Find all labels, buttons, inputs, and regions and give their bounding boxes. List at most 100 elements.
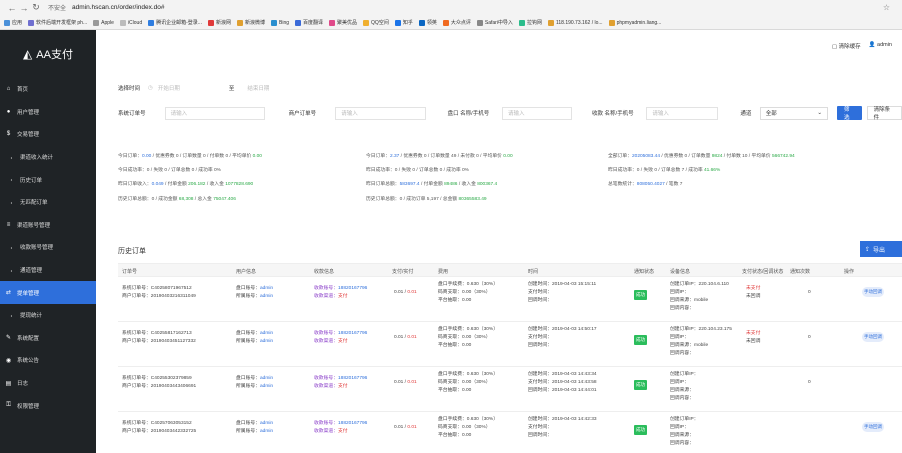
- stat-line: 全部订单：20205083.44 / 优惠券数 0 / 订单数量 9824 / …: [608, 154, 795, 159]
- sidebar-item[interactable]: • 收款账号管理: [0, 236, 96, 259]
- sidebar-item[interactable]: ▤ 日志: [0, 372, 96, 395]
- manual-callback-button[interactable]: 手动回调: [862, 422, 884, 432]
- home-icon: ⌂: [6, 86, 11, 93]
- column-header[interactable]: 支付状态/回调状态: [742, 268, 783, 275]
- sidebar-item[interactable]: $ 交易管理: [0, 123, 96, 146]
- device-info-cell: 回调来源：mobile: [670, 343, 709, 348]
- system-order-label: 系统订单号: [118, 111, 146, 117]
- insecure-label: 不安全: [48, 6, 67, 12]
- sidebar-item[interactable]: • 渠道收入统计: [0, 146, 96, 169]
- filter-button[interactable]: 筛选: [836, 106, 862, 121]
- stat-line: 历史订单总额：0 / 成功金额 68,308 / 总入金 75047.406: [118, 197, 236, 202]
- bullet-icon: •: [10, 267, 13, 273]
- bookmark-item[interactable]: iCloud: [119, 19, 142, 26]
- filter-row-date: 选择时间 ◷ 开始日期 至 结束日期: [118, 81, 313, 94]
- bookmark-item[interactable]: 新浪网: [207, 19, 231, 26]
- sidebar-item-label: 渠道收入统计: [20, 155, 54, 162]
- amount-cell: 0.01 / 0.01: [394, 290, 417, 295]
- column-header[interactable]: 通知次数: [790, 268, 810, 275]
- bookmark-favicon-icon: [363, 19, 370, 26]
- back-icon[interactable]: ←: [6, 3, 18, 13]
- column-header[interactable]: 用户信息: [236, 268, 256, 275]
- fee-cell: 平台抽取：0.00: [438, 343, 472, 348]
- bookmark-label: QQ空间: [371, 20, 389, 26]
- end-date-input[interactable]: 结束日期: [242, 81, 313, 94]
- order-number-cell: 系统订单号：C40255817162713: [122, 331, 192, 336]
- payee-input[interactable]: 请输入: [646, 106, 719, 120]
- clear-filter-button[interactable]: 清除条件: [866, 106, 902, 121]
- bookmark-item[interactable]: 聚美优品: [329, 19, 357, 26]
- bookmark-item[interactable]: 软件后端开发框架 ph...: [28, 19, 87, 26]
- sidebar-item[interactable]: ⌂ 首页: [0, 78, 96, 101]
- chevron-down-icon: ⌄: [817, 110, 822, 116]
- bookmark-item[interactable]: Safari中导入: [476, 19, 513, 26]
- bookmark-favicon-icon: [119, 19, 126, 26]
- merchant-order-input[interactable]: 请输入: [335, 106, 426, 120]
- bookmark-item[interactable]: 应用: [4, 19, 22, 26]
- sidebar-item[interactable]: • 通道管理: [0, 259, 96, 282]
- clear-cache-link[interactable]: ▢ 清除缓存: [832, 42, 861, 50]
- time-cell: 创建时间：2019-04-03 14:43:34: [528, 372, 597, 377]
- bullet-icon: •: [10, 199, 13, 205]
- sidebar-item-label: 渠道账号管理: [17, 222, 51, 229]
- bookmark-item[interactable]: 知乎: [394, 19, 413, 26]
- stat-line: 总笔数统计：808050.4027 / 笔数 7: [608, 182, 683, 187]
- column-header[interactable]: 收款信息: [314, 268, 334, 275]
- column-header[interactable]: 支付/实付: [392, 268, 413, 275]
- bookmark-item[interactable]: 大众点评: [442, 19, 471, 26]
- payee-info-cell: 收款账号：18820167796: [314, 331, 368, 336]
- bookmark-item[interactable]: 腾讯企业邮箱-登录...: [148, 19, 202, 26]
- bookmark-label: 软件后端开发框架 ph...: [36, 20, 88, 26]
- bookmark-item[interactable]: 新浪微博: [236, 19, 265, 26]
- column-header[interactable]: 设备信息: [670, 268, 690, 275]
- bookmark-star-icon[interactable]: ☆: [883, 3, 890, 12]
- bookmark-item[interactable]: phpmyadmin.liang...: [608, 19, 661, 26]
- manual-callback-button[interactable]: 手动回调: [862, 287, 884, 297]
- sidebar-item[interactable]: ✎ 系统配置: [0, 327, 96, 350]
- main-content: ▢ 清除缓存 👤 admin 选择时间 ◷ 开始日期 至 结束日期 系统订单号 …: [96, 30, 902, 453]
- sidebar-item[interactable]: • 提现统计: [0, 304, 96, 327]
- bookmark-item[interactable]: 118.190.73.162 / lo...: [547, 19, 603, 26]
- payee-info-cell: 收款账号：18820167796: [314, 286, 368, 291]
- payee-label: 收款 名称/手机号: [592, 111, 634, 117]
- notify-status-cell: 成功: [634, 290, 647, 300]
- fee-cell: 平台抽取：0.00: [438, 433, 472, 438]
- bookmark-favicon-icon: [207, 19, 214, 26]
- start-date-input[interactable]: 开始日期: [152, 81, 223, 94]
- platform-input[interactable]: 请输入: [501, 106, 573, 120]
- forward-icon[interactable]: →: [18, 3, 30, 13]
- sidebar-item[interactable]: ⚿ 权限管理: [0, 394, 96, 417]
- reload-icon[interactable]: ↻: [30, 2, 42, 13]
- sidebar-item[interactable]: ● 用户管理: [0, 101, 96, 124]
- bookmark-item[interactable]: 拉钩网: [518, 19, 542, 26]
- sidebar-item-label: 无匹配订单: [20, 200, 48, 207]
- bookmark-item[interactable]: Apple: [93, 19, 114, 26]
- list-icon: ≡: [6, 221, 11, 228]
- sidebar-item[interactable]: ≡ 渠道账号管理: [0, 214, 96, 237]
- bookmark-item[interactable]: Bing: [271, 19, 289, 26]
- sidebar-item[interactable]: ⇄ 提单管理: [0, 281, 96, 304]
- column-header[interactable]: 订单号: [122, 268, 137, 275]
- url-text[interactable]: admin.hscan.cn/order/index.do#: [72, 4, 165, 11]
- bookmark-item[interactable]: QQ空间: [363, 19, 389, 26]
- column-header[interactable]: 费用: [438, 268, 448, 275]
- channel-select[interactable]: 全部 ⌄: [759, 106, 828, 120]
- manual-callback-button[interactable]: 手动回调: [862, 332, 884, 342]
- bookmark-favicon-icon: [547, 19, 554, 26]
- column-header[interactable]: 时间: [528, 268, 538, 275]
- bookmark-item[interactable]: 百度翻译: [295, 19, 323, 26]
- export-button[interactable]: ⇪ 导出: [860, 241, 902, 257]
- device-info-cell: 回调IP：: [670, 380, 689, 385]
- user-menu[interactable]: 👤 admin: [869, 42, 892, 50]
- system-order-input[interactable]: 请输入: [164, 106, 265, 120]
- column-header[interactable]: 操作: [844, 268, 854, 275]
- user-info-cell: 所属账号：admin: [236, 384, 274, 389]
- device-info-cell: 回调内容：: [670, 351, 694, 356]
- column-header[interactable]: 通知状态: [634, 268, 654, 275]
- sidebar-item[interactable]: ◉ 系统公告: [0, 349, 96, 372]
- sidebar-item[interactable]: • 无匹配订单: [0, 191, 96, 214]
- amount-cell: 0.01 / 0.01: [394, 335, 417, 340]
- sidebar-item[interactable]: • 历史订单: [0, 168, 96, 191]
- user-info-cell: 盘口账号：admin: [236, 331, 274, 336]
- bookmark-item[interactable]: 领英: [418, 19, 437, 26]
